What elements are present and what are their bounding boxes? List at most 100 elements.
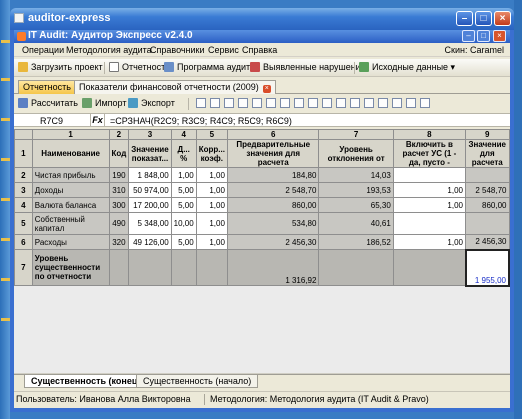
align-center-icon[interactable]: [294, 98, 304, 108]
header-cell[interactable]: Значение для расчета: [465, 139, 510, 168]
cell-name[interactable]: Валюта баланса: [31, 197, 110, 213]
cell-name[interactable]: Доходы: [31, 182, 110, 198]
maximize-icon[interactable]: □: [475, 11, 492, 26]
import-button[interactable]: Импорт: [82, 98, 126, 111]
cell-incl[interactable]: [392, 212, 467, 235]
column-number[interactable]: 4: [170, 129, 197, 140]
column-number[interactable]: 1: [31, 129, 110, 140]
header-cell[interactable]: Включить в расчет УС (1 - да, пусто -: [392, 139, 467, 168]
total-value[interactable]: [128, 249, 172, 286]
column-number[interactable]: 7: [318, 129, 394, 140]
cell-dev[interactable]: 14,03: [318, 167, 394, 183]
column-number[interactable]: [14, 129, 33, 140]
insert-column-icon[interactable]: [224, 98, 234, 108]
delete-row-icon[interactable]: [210, 98, 220, 108]
cell-reference[interactable]: R7C9: [40, 116, 63, 126]
calculate-button[interactable]: Рассчитать: [18, 98, 78, 111]
report-button[interactable]: Отчетность: [109, 62, 170, 75]
cell-calc[interactable]: 860,00: [465, 197, 510, 213]
cell-calc[interactable]: [465, 212, 510, 235]
cell-value[interactable]: 50 974,00: [128, 182, 172, 198]
cell-incl[interactable]: 1,00: [392, 182, 467, 198]
menu-methodology[interactable]: Методология аудита: [66, 45, 152, 55]
merge-icon[interactable]: [378, 98, 388, 108]
row-number[interactable]: 6: [14, 234, 33, 250]
row-number[interactable]: 1: [14, 139, 33, 168]
align-left-icon[interactable]: [280, 98, 290, 108]
load-project-button[interactable]: Загрузить проект: [18, 62, 103, 75]
header-cell[interactable]: Значение показат...: [128, 139, 172, 168]
menu-operations[interactable]: Операции: [22, 45, 64, 55]
total-name[interactable]: Уровень существенности по отчетности: [31, 249, 110, 286]
cell-prelim[interactable]: 534,80: [226, 212, 320, 235]
total-coef[interactable]: [195, 249, 228, 286]
total-dev[interactable]: [318, 249, 394, 286]
cell-calc[interactable]: 2 456,30: [465, 234, 510, 250]
cell-value[interactable]: 49 126,00: [128, 234, 172, 250]
column-number[interactable]: 8: [392, 129, 467, 140]
cell-code[interactable]: 490: [108, 212, 130, 235]
sort-asc-icon[interactable]: [252, 98, 262, 108]
cell-dev[interactable]: 186,52: [318, 234, 394, 250]
cell-incl[interactable]: 1,00: [392, 197, 467, 213]
column-number[interactable]: 6: [226, 129, 320, 140]
selected-cell-total[interactable]: 1 955,00: [464, 248, 510, 287]
inner-window-titlebar[interactable]: IT Audit: Аудитор Экспресс v2.4.0 – □ ×: [14, 30, 510, 43]
delete-column-icon[interactable]: [238, 98, 248, 108]
cell-pct[interactable]: 5,00: [170, 182, 197, 198]
cell-dev[interactable]: 193,53: [318, 182, 394, 198]
cell-pct[interactable]: 1,00: [170, 167, 197, 183]
cell-pct[interactable]: 5,00: [170, 197, 197, 213]
header-cell[interactable]: Уровень отклонения от: [318, 139, 394, 168]
column-number[interactable]: 2: [108, 129, 130, 140]
cell-code[interactable]: 320: [108, 234, 130, 250]
cell-prelim[interactable]: 860,00: [226, 197, 320, 213]
settings-icon[interactable]: [420, 98, 430, 108]
header-cell[interactable]: Наименование: [31, 139, 110, 168]
cell-coef[interactable]: 1,00: [195, 197, 228, 213]
cell-incl[interactable]: [392, 167, 467, 183]
cell-code[interactable]: 310: [108, 182, 130, 198]
header-cell[interactable]: Д... %: [170, 139, 197, 168]
grid-icon[interactable]: [364, 98, 374, 108]
cell-prelim[interactable]: 2 456,30: [226, 234, 320, 250]
header-cell[interactable]: Корр... коэф.: [195, 139, 228, 168]
inner-maximize-icon[interactable]: □: [477, 30, 490, 42]
export-button[interactable]: Экспорт: [128, 98, 175, 111]
source-data-dropdown[interactable]: Исходные данные ▾: [359, 62, 455, 75]
audit-program-button[interactable]: Программа аудита: [164, 62, 255, 75]
row-number[interactable]: 7: [14, 249, 33, 286]
insert-row-icon[interactable]: [196, 98, 206, 108]
cell-prelim[interactable]: 2 548,70: [226, 182, 320, 198]
function-icon[interactable]: Fx: [90, 114, 105, 126]
total-code[interactable]: [108, 249, 130, 286]
cell-name[interactable]: Расходы: [31, 234, 110, 250]
cell-prelim[interactable]: 184,80: [226, 167, 320, 183]
cell-value[interactable]: 5 348,00: [128, 212, 172, 235]
column-number[interactable]: 5: [195, 129, 228, 140]
violations-button[interactable]: Выявленные нарушения: [250, 62, 366, 75]
tab-report[interactable]: Отчетность: [18, 80, 76, 94]
total-prelim[interactable]: 1 316,92: [226, 249, 320, 286]
total-pct[interactable]: [170, 249, 197, 286]
zoom-icon[interactable]: [392, 98, 402, 108]
cell-name[interactable]: Чистая прибыль: [31, 167, 110, 183]
align-right-icon[interactable]: [308, 98, 318, 108]
menu-references[interactable]: Справочники: [150, 45, 205, 55]
menu-help[interactable]: Справка: [242, 45, 277, 55]
inner-close-icon[interactable]: ×: [493, 30, 506, 42]
print-icon[interactable]: [406, 98, 416, 108]
tab-financial-indicators[interactable]: Показатели финансовой отчетности (2009) ×: [74, 80, 276, 94]
row-number[interactable]: 2: [14, 167, 33, 183]
header-cell[interactable]: Предварительные значения для расчета: [226, 139, 320, 168]
minimize-icon[interactable]: –: [456, 11, 473, 26]
cell-pct[interactable]: 10,00: [170, 212, 197, 235]
cell-pct[interactable]: 5,00: [170, 234, 197, 250]
close-icon[interactable]: ×: [494, 11, 511, 26]
borders-icon[interactable]: [350, 98, 360, 108]
row-number[interactable]: 5: [14, 212, 33, 235]
row-number[interactable]: 4: [14, 197, 33, 213]
cell-incl[interactable]: 1,00: [392, 234, 467, 250]
formula-input[interactable]: =СРЗНАЧ(R2C9; R3C9; R4C9; R5C9; R6C9): [110, 116, 292, 126]
inner-minimize-icon[interactable]: –: [462, 30, 475, 42]
